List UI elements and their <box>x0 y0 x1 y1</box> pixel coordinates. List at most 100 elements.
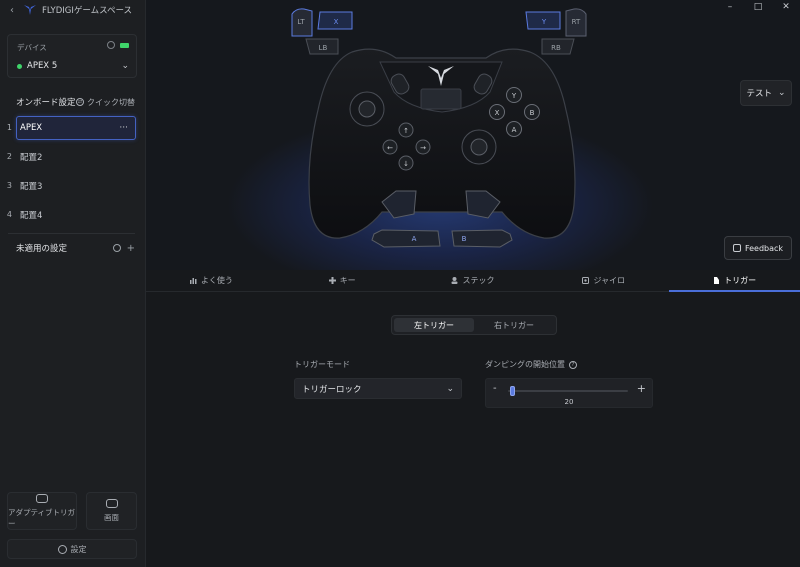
feedback-icon <box>732 244 741 252</box>
config-name: APEX <box>20 122 43 133</box>
more-options-icon[interactable]: ··· <box>119 123 135 133</box>
flydigi-logo-icon <box>24 5 36 15</box>
device-dropdown[interactable]: APEX 5 ⌄ <box>17 61 129 71</box>
x-top-label: X <box>334 18 339 26</box>
controller-illustration: LT X LB Y RT RB ↑ ← → ↓ Y X B A A B <box>291 8 587 248</box>
config-number: 2 <box>6 152 12 161</box>
arrow-up-icon: ↑ <box>403 127 409 135</box>
onboard-header: オンボード設定 ⇄ クイック切替 <box>16 96 135 109</box>
gear-icon <box>57 544 67 554</box>
tab-stick[interactable]: ステック <box>408 270 539 291</box>
config-number: 1 <box>6 123 12 132</box>
lt-label: LT <box>297 18 305 26</box>
device-status <box>107 41 129 49</box>
gamepad-icon <box>36 493 48 503</box>
x-label: X <box>495 109 500 117</box>
tab-bar: よく使う キー ステック ジャイロ トリガー <box>146 270 800 292</box>
right-stick-cap <box>470 138 488 156</box>
dpad-icon <box>328 277 336 284</box>
settings-label: 設定 <box>70 544 87 554</box>
adaptive-trigger-label: アダプティブトリガー <box>8 507 76 528</box>
add-config-button[interactable]: + <box>127 243 135 254</box>
main-area: – □ ✕ LT X LB Y RT RB ↑ ← → ↓ Y X B A A … <box>146 0 800 567</box>
screen-label: 画面 <box>104 513 119 522</box>
trigger-icon <box>714 277 720 284</box>
config-box-active[interactable]: APEX ··· <box>16 115 136 140</box>
settings-button[interactable]: 設定 <box>7 539 137 559</box>
test-dropdown[interactable]: テスト ⌄ <box>740 80 792 106</box>
tab-label: よく使う <box>200 276 233 285</box>
titlebar: ‹ FLYDIGIゲームスペース <box>0 0 146 20</box>
damping-slider-track[interactable] <box>508 386 628 396</box>
sidebar-divider <box>8 233 135 234</box>
battery-icon <box>120 42 129 48</box>
config-item-2[interactable]: 2 配置2 <box>0 142 146 171</box>
switch-icon: ⇄ <box>76 98 84 106</box>
feedback-label: Feedback <box>744 243 784 253</box>
tab-frequent[interactable]: よく使う <box>146 270 277 291</box>
config-name: 配置4 <box>20 210 43 221</box>
chevron-down-icon: ⌄ <box>777 88 786 98</box>
config-box[interactable]: 配置4 <box>16 203 136 227</box>
back-a-label: A <box>412 235 417 243</box>
back-arrow-icon[interactable]: ‹ <box>6 5 18 16</box>
help-icon[interactable]: ? <box>569 360 577 369</box>
trigger-side-toggle: 左トリガー 右トリガー <box>391 315 557 335</box>
unapplied-header: 未適用の設定 + <box>16 242 135 255</box>
trigger-mode-select[interactable]: トリガーロック ⌄ <box>294 378 462 399</box>
a-label: A <box>512 126 517 134</box>
controller-preview: – □ ✕ LT X LB Y RT RB ↑ ← → ↓ Y X B A A … <box>146 0 800 270</box>
back-b-label: B <box>462 235 467 243</box>
bluetooth-icon <box>107 41 115 49</box>
quick-switch-button[interactable]: ⇄ クイック切替 <box>76 97 135 108</box>
rt-label: RT <box>572 18 581 26</box>
stick-icon <box>451 277 458 284</box>
chevron-down-icon: ⌄ <box>446 383 454 394</box>
screen-icon <box>105 499 118 508</box>
config-name: 配置3 <box>20 181 43 192</box>
device-selector[interactable]: デバイス APEX 5 ⌄ <box>7 34 137 78</box>
feedback-button[interactable]: Feedback <box>724 236 792 260</box>
increase-button[interactable]: + <box>637 382 646 395</box>
chevron-down-icon: ⌄ <box>121 61 129 71</box>
config-list: 1 APEX ··· 2 配置2 3 配置3 4 配置4 <box>0 113 146 229</box>
gyro-icon <box>582 277 590 284</box>
left-stick-cap <box>358 100 376 118</box>
bar-chart-icon <box>189 278 197 284</box>
test-label: テスト <box>746 89 772 99</box>
trigger-mode-label: トリガーモード <box>294 360 350 369</box>
trigger-mode-value: トリガーロック <box>302 384 362 395</box>
unapplied-title: 未適用の設定 <box>16 244 68 254</box>
arrow-right-icon: → <box>420 144 426 152</box>
config-item-4[interactable]: 4 配置4 <box>0 200 146 229</box>
arrow-down-icon: ↓ <box>403 160 409 168</box>
sidebar: ‹ FLYDIGIゲームスペース デバイス APEX 5 ⌄ オンボード設定 ⇄… <box>0 0 146 567</box>
download-icon[interactable] <box>112 244 121 252</box>
right-trigger-tab[interactable]: 右トリガー <box>474 318 554 332</box>
tab-trigger[interactable]: トリガー <box>669 270 800 292</box>
left-trigger-tab[interactable]: 左トリガー <box>394 318 474 332</box>
damping-header: ダンピングの開始位置 ? <box>485 359 577 370</box>
config-item-3[interactable]: 3 配置3 <box>0 171 146 200</box>
tab-gyro[interactable]: ジャイロ <box>538 270 669 291</box>
y-top-label: Y <box>541 18 547 26</box>
config-number: 3 <box>6 181 12 190</box>
screen-button[interactable]: 画面 <box>86 492 137 530</box>
arrow-left-icon: ← <box>387 144 393 152</box>
decrease-button[interactable]: - <box>493 383 497 394</box>
tab-label: ジャイロ <box>593 276 626 285</box>
app-title: FLYDIGIゲームスペース <box>42 6 133 16</box>
device-name: APEX 5 <box>27 61 58 71</box>
lb-label: LB <box>319 44 328 52</box>
config-box[interactable]: 配置2 <box>16 145 136 169</box>
config-box[interactable]: 配置3 <box>16 174 136 198</box>
b-label: B <box>530 109 535 117</box>
connected-dot-icon <box>17 63 22 69</box>
tab-label: トリガー <box>724 276 757 285</box>
adaptive-trigger-button[interactable]: アダプティブトリガー <box>7 492 77 530</box>
config-item-1[interactable]: 1 APEX ··· <box>0 113 146 142</box>
tab-keys[interactable]: キー <box>277 270 408 291</box>
screen-display <box>420 88 462 110</box>
damping-slider-thumb[interactable] <box>510 386 516 396</box>
back-paddle-a[interactable] <box>371 229 441 248</box>
